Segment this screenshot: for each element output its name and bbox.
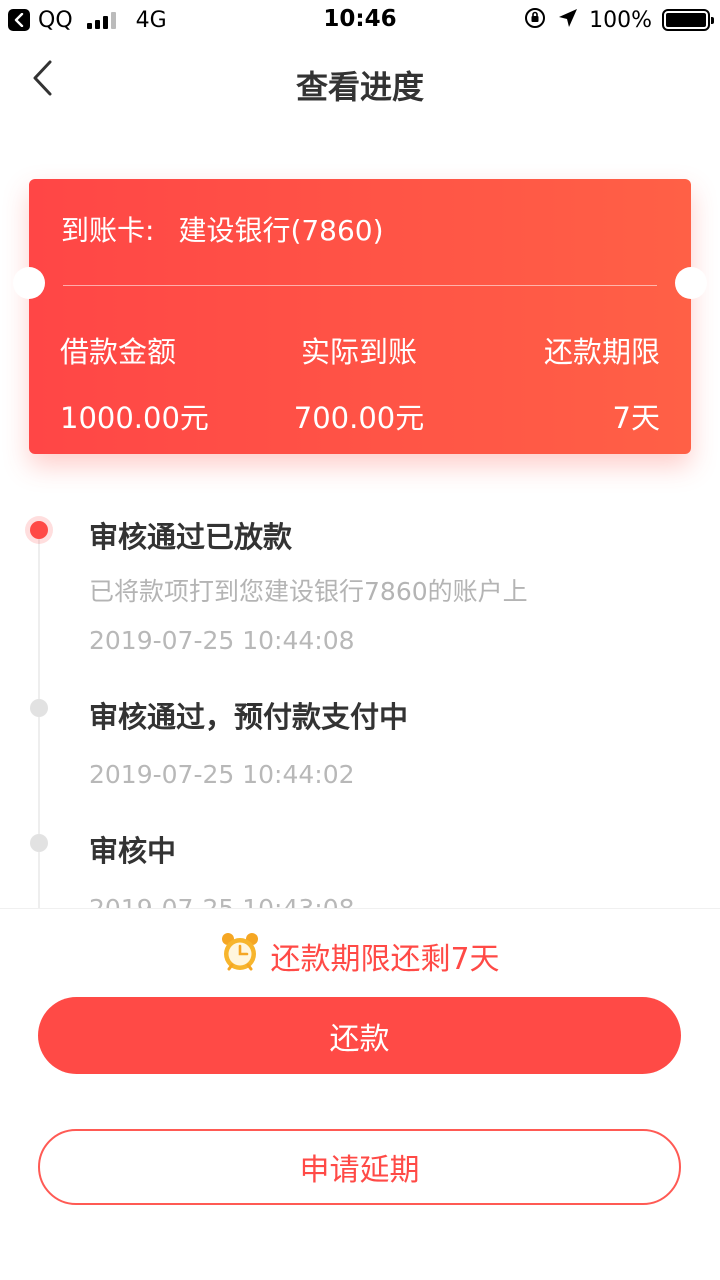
- repay-term-label: 还款期限: [543, 335, 660, 369]
- repay-reminder-text: 还款期限还剩7天: [270, 942, 500, 977]
- timeline-item-time: 2019-07-25 10:44:08: [89, 626, 355, 655]
- received-amount-label: 实际到账: [300, 335, 417, 369]
- repay-reminder: 还款期限还剩7天: [0, 931, 720, 981]
- progress-timeline: 审核通过已放款 已将款项打到您建设银行7860的账户上 2019-07-25 1…: [0, 500, 720, 910]
- account-label: 到账卡:: [61, 214, 155, 247]
- timeline-item-title: 审核通过已放款: [89, 520, 293, 554]
- account-value: 建设银行(7860): [178, 214, 384, 247]
- card-notch-right: [675, 267, 707, 299]
- repay-button[interactable]: 还款: [38, 997, 681, 1074]
- battery-icon: [662, 9, 714, 31]
- timeline-dot-active: [30, 521, 48, 539]
- received-amount-column: 实际到账 700.00元: [259, 329, 459, 437]
- timeline-line: [38, 528, 40, 910]
- nav-bar: 查看进度: [0, 40, 720, 122]
- apply-extension-button[interactable]: 申请延期: [38, 1129, 681, 1205]
- alarm-clock-icon: [220, 931, 260, 981]
- loan-amount-column: 借款金额 1000.00元: [60, 329, 209, 437]
- loan-amount-value: 1000.00元: [60, 401, 209, 435]
- timeline-dot: [30, 834, 48, 852]
- repay-term-column: 还款期限 7天: [544, 329, 660, 437]
- card-notch-left: [13, 267, 45, 299]
- page-title: 查看进度: [295, 68, 424, 106]
- received-amount-value: 700.00元: [293, 401, 425, 435]
- timeline-item-desc: 已将款项打到您建设银行7860的账户上: [89, 577, 528, 606]
- card-divider: [63, 285, 657, 286]
- timeline-dot: [30, 699, 48, 717]
- status-bar: QQ 4G 10:46 100%: [0, 0, 720, 40]
- status-bar-right: 100%: [523, 6, 714, 34]
- bottom-action-panel: 还款期限还剩7天 还款 申请延期: [0, 908, 720, 1280]
- account-row: 到账卡: 建设银行(7860): [61, 209, 384, 249]
- loan-card: 到账卡: 建设银行(7860) 借款金额 1000.00元 实际到账 700.0…: [13, 179, 707, 454]
- timeline-item-time: 2019-07-25 10:44:02: [89, 760, 355, 789]
- rotation-lock-icon: [523, 6, 547, 34]
- repay-term-value: 7天: [612, 401, 660, 435]
- battery-percent: 100%: [589, 7, 652, 33]
- loan-amount-label: 借款金额: [60, 335, 177, 369]
- timeline-item-title: 审核通过，预付款支付中: [89, 700, 409, 734]
- location-icon: [557, 7, 579, 33]
- timeline-item-title: 审核中: [89, 834, 177, 868]
